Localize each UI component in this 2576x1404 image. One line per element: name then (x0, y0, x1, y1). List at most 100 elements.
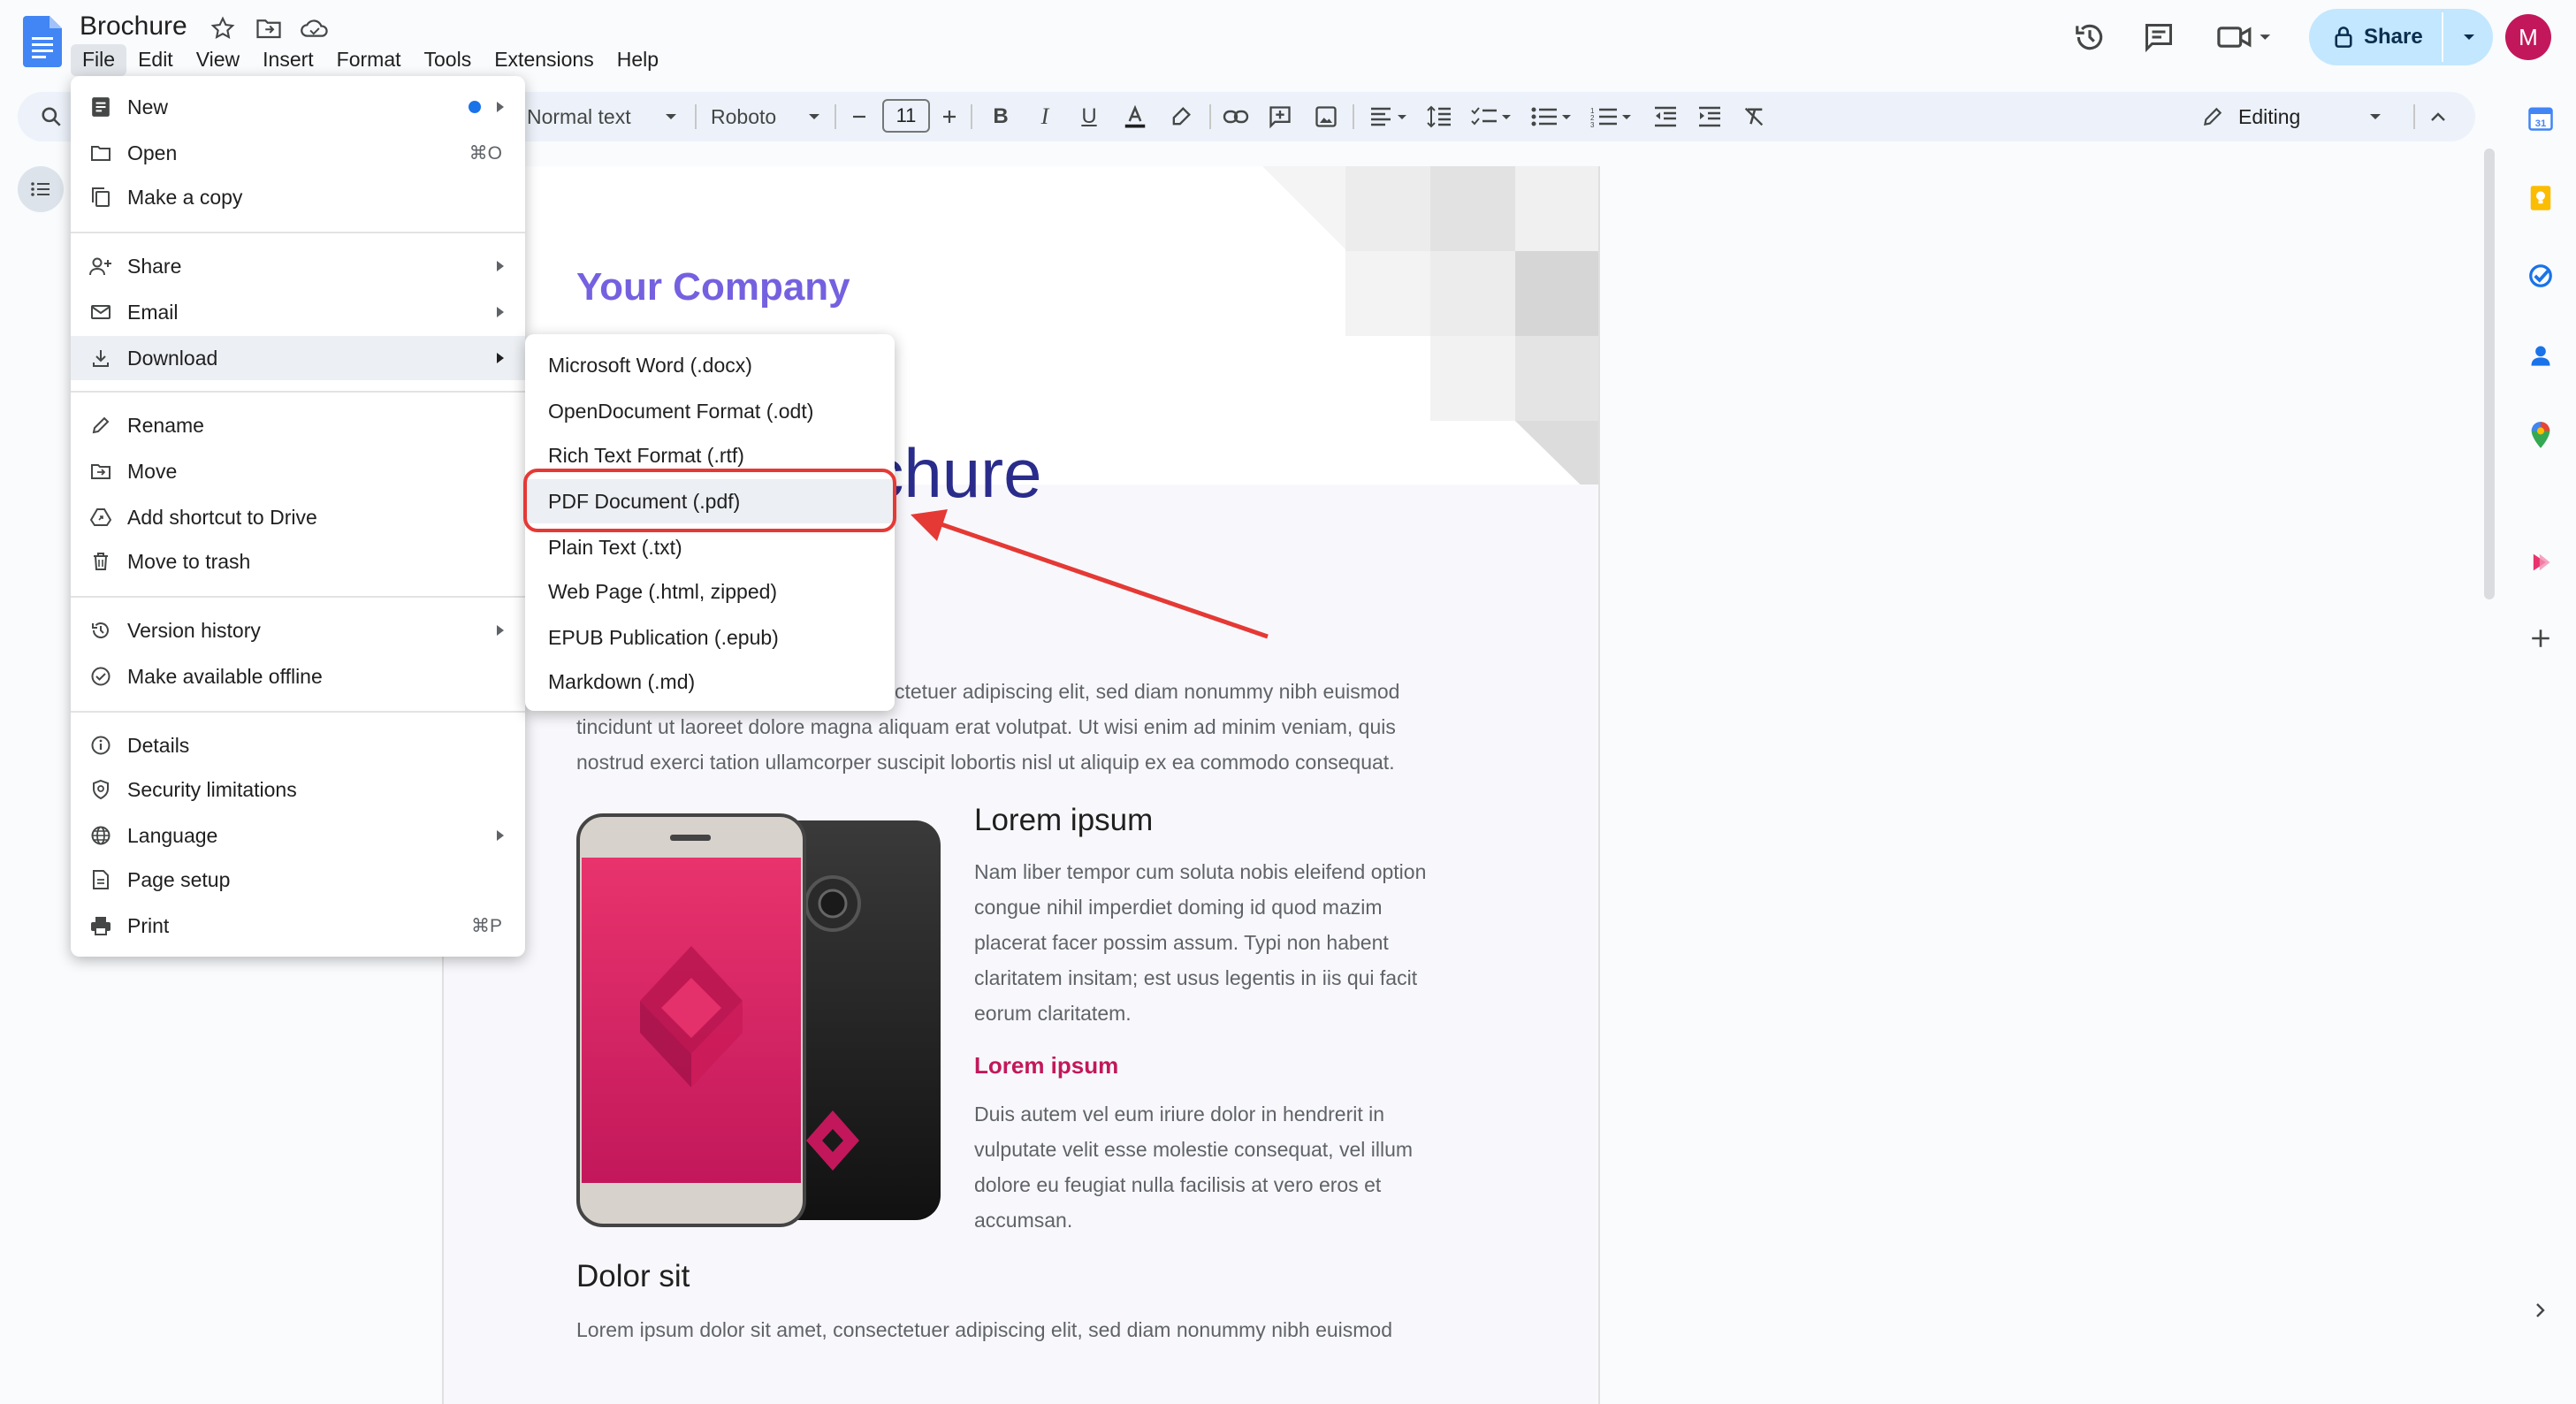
move-folder-icon[interactable] (253, 12, 285, 44)
get-addons-plus-icon[interactable] (2521, 619, 2560, 658)
font-select[interactable]: Roboto (711, 92, 820, 141)
download-md[interactable]: Markdown (.md) (525, 660, 895, 704)
menu-item-label: Make a copy (127, 185, 243, 209)
numbered-list-icon[interactable]: 123 (1588, 99, 1637, 134)
comments-icon[interactable] (2139, 18, 2178, 57)
decrease-font-size-icon[interactable] (842, 99, 877, 134)
menu-help[interactable]: Help (606, 44, 670, 76)
menu-insert[interactable]: Insert (251, 44, 325, 76)
shield-icon (88, 777, 113, 802)
tasks-icon[interactable] (2521, 256, 2560, 295)
section2-line: vulputate velit esse molestie consequat,… (974, 1138, 1414, 1161)
menu-item-move[interactable]: Move (71, 449, 525, 493)
menu-item-move-to-trash[interactable]: Move to trash (71, 539, 525, 584)
company-name: Your Company (576, 265, 850, 309)
insert-link-icon[interactable] (1218, 99, 1254, 134)
insert-image-icon[interactable] (1308, 99, 1344, 134)
menu-view[interactable]: View (185, 44, 251, 76)
font-size-input[interactable]: 11 (882, 99, 930, 133)
email-icon (88, 300, 113, 324)
menu-edit[interactable]: Edit (126, 44, 185, 76)
version-history-icon[interactable] (2070, 18, 2109, 57)
page-icon (88, 867, 113, 892)
menu-item-print[interactable]: Print ⌘P (71, 904, 525, 948)
editing-mode-select[interactable]: Editing (2201, 92, 2382, 141)
meet-icon[interactable] (2214, 18, 2275, 57)
download-docx[interactable]: Microsoft Word (.docx) (525, 343, 895, 387)
menu-item-security[interactable]: Security limitations (71, 767, 525, 812)
bulleted-list-icon[interactable] (1528, 99, 1577, 134)
info-icon (88, 733, 113, 758)
decrease-indent-icon[interactable] (1648, 99, 1683, 134)
menu-item-rename[interactable]: Rename (71, 403, 525, 447)
submenu-arrow-icon (497, 102, 504, 112)
toolbar-separator (971, 104, 972, 129)
download-odt[interactable]: OpenDocument Format (.odt) (525, 389, 895, 433)
addon-icon[interactable] (2521, 543, 2560, 582)
vertical-scrollbar[interactable] (2484, 149, 2495, 599)
style-select[interactable]: Normal text (527, 92, 677, 141)
menu-item-version-history[interactable]: Version history (71, 608, 525, 652)
share-dropdown-button[interactable] (2447, 9, 2491, 65)
menu-item-label: Open (127, 141, 178, 164)
menu-separator (71, 391, 525, 393)
menu-item-make-copy[interactable]: Make a copy (71, 175, 525, 219)
search-menus-icon[interactable] (34, 99, 69, 134)
share-divider (2442, 12, 2443, 62)
highlight-color-icon[interactable] (1163, 99, 1199, 134)
intro-line: tincidunt ut laoreet dolore magna aliqua… (576, 715, 1396, 738)
menu-item-language[interactable]: Language (71, 813, 525, 858)
italic-icon[interactable]: I (1027, 99, 1063, 134)
download-epub[interactable]: EPUB Publication (.epub) (525, 615, 895, 660)
bold-icon[interactable]: B (983, 99, 1018, 134)
hide-menus-icon[interactable] (2420, 99, 2456, 134)
menu-item-details[interactable]: Details (71, 723, 525, 767)
menu-item-open[interactable]: Open ⌘O (71, 131, 525, 175)
cloud-saved-icon[interactable] (299, 12, 331, 44)
share-button[interactable]: Share (2313, 9, 2423, 65)
clear-formatting-icon[interactable] (1736, 99, 1772, 134)
contacts-icon[interactable] (2521, 336, 2560, 375)
menu-item-label: Download (127, 346, 218, 370)
maps-icon[interactable] (2521, 416, 2560, 454)
annotation-arrow-icon (893, 504, 1282, 645)
download-html[interactable]: Web Page (.html, zipped) (525, 569, 895, 614)
increase-font-size-icon[interactable] (932, 99, 967, 134)
section2-line: accumsan. (974, 1209, 1073, 1232)
menu-tools[interactable]: Tools (413, 44, 484, 76)
checklist-icon[interactable] (1467, 99, 1517, 134)
increase-indent-icon[interactable] (1692, 99, 1727, 134)
section1-paragraph: Nam liber tempor cum soluta nobis eleife… (974, 854, 1505, 1031)
docs-logo-icon[interactable] (23, 16, 62, 67)
menu-item-new[interactable]: New (71, 85, 525, 129)
menu-item-offline[interactable]: Make available offline (71, 654, 525, 698)
menu-item-add-shortcut[interactable]: Add shortcut to Drive (71, 495, 525, 539)
line-spacing-icon[interactable] (1421, 99, 1457, 134)
menu-item-share[interactable]: Share (71, 244, 525, 288)
menu-format[interactable]: Format (325, 44, 413, 76)
style-select-value: Normal text (527, 104, 631, 128)
avatar[interactable]: M (2505, 14, 2551, 60)
menu-item-label: New (127, 95, 169, 118)
pencil-icon (88, 413, 113, 438)
underline-icon[interactable]: U (1071, 99, 1107, 134)
menu-file[interactable]: File (71, 44, 127, 76)
shortcut-label: ⌘P (470, 915, 502, 936)
section1-line: claritatem insitam; est usus legentis in… (974, 966, 1418, 989)
menu-item-download[interactable]: Download (71, 336, 525, 380)
menu-item-page-setup[interactable]: Page setup (71, 858, 525, 902)
align-icon[interactable] (1365, 99, 1414, 134)
menu-item-email[interactable]: Email (71, 290, 525, 334)
menu-item-label: Email (127, 300, 179, 324)
lock-icon (2335, 27, 2352, 48)
keep-icon[interactable] (2521, 179, 2560, 217)
text-color-icon[interactable] (1117, 99, 1153, 134)
show-side-panel-chevron-icon[interactable] (2521, 1291, 2560, 1330)
document-outline-button[interactable] (18, 166, 64, 212)
add-comment-icon[interactable] (1262, 99, 1298, 134)
chevron-down-icon (666, 114, 676, 119)
star-icon[interactable] (207, 12, 239, 44)
menu-extensions[interactable]: Extensions (483, 44, 606, 76)
calendar-icon[interactable]: 31 (2521, 99, 2560, 138)
document-title[interactable]: Brochure (80, 9, 187, 44)
